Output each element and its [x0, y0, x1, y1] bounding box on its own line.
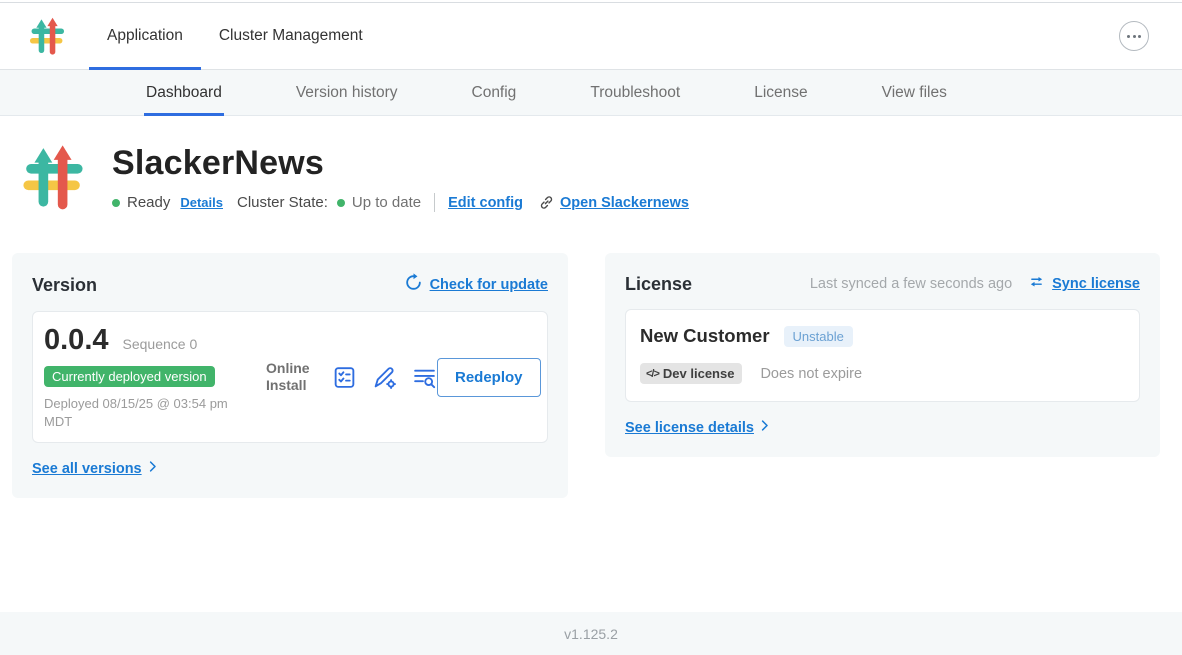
page-title: SlackerNews [112, 144, 689, 183]
cluster-state-dot [337, 199, 345, 207]
refresh-icon [404, 273, 423, 297]
preflight-checks-icon[interactable] [332, 365, 357, 390]
version-info: 0.0.4 Sequence 0 Currently deployed vers… [44, 324, 266, 430]
install-meta: Online Install [266, 360, 437, 395]
install-type-label: Online Install [266, 360, 316, 395]
open-app-link[interactable]: Open Slackernews [560, 195, 689, 211]
deployed-timestamp: Deployed 08/15/25 @ 03:54 pm MDT [44, 395, 256, 430]
ready-status-text: Ready [127, 194, 170, 211]
sub-nav: Dashboard Version history Config Trouble… [0, 70, 1182, 116]
tab-config[interactable]: Config [472, 70, 517, 115]
sync-license-link[interactable]: Sync license [1052, 276, 1140, 292]
external-link-icon [538, 194, 555, 211]
tab-dashboard[interactable]: Dashboard [146, 70, 222, 115]
deployed-status-badge: Currently deployed version [44, 366, 215, 387]
app-logo-icon [28, 17, 66, 55]
tab-application[interactable]: Application [89, 3, 201, 69]
sequence-label: Sequence 0 [123, 336, 198, 352]
sync-license-group: Last synced a few seconds ago Sync licen… [810, 273, 1140, 295]
channel-badge: Unstable [784, 326, 853, 347]
top-tabs: Application Cluster Management [89, 3, 381, 69]
dashboard-cards: Version Check for update 0.0.4 Sequence … [0, 216, 1182, 498]
vertical-divider [434, 193, 435, 212]
customer-row: New Customer Unstable [640, 325, 1125, 347]
version-actions [332, 365, 437, 390]
chevron-right-icon [145, 459, 160, 478]
ready-status-dot [112, 199, 120, 207]
app-head-text: SlackerNews Ready Details Cluster State:… [112, 138, 689, 212]
status-row: Ready Details Cluster State: Up to date … [112, 193, 689, 212]
tab-troubleshoot[interactable]: Troubleshoot [590, 70, 680, 115]
edit-config-icon[interactable] [372, 365, 397, 390]
overflow-menu-button[interactable] [1119, 21, 1149, 51]
see-license-details-label: See license details [625, 420, 754, 436]
app-header: SlackerNews Ready Details Cluster State:… [0, 116, 1182, 216]
chevron-right-icon [757, 418, 772, 437]
license-type-row: </> Dev license Does not expire [640, 363, 1125, 384]
cluster-state-value: Up to date [352, 194, 421, 211]
see-all-versions-label: See all versions [32, 461, 142, 477]
see-all-versions-link[interactable]: See all versions [32, 459, 160, 478]
license-type-label: Dev license [663, 366, 735, 381]
current-version-box: 0.0.4 Sequence 0 Currently deployed vers… [32, 311, 548, 443]
see-license-details-link[interactable]: See license details [625, 418, 772, 437]
version-number-row: 0.0.4 Sequence 0 [44, 324, 266, 357]
version-card-header: Version Check for update [32, 273, 548, 297]
ellipsis-icon [1127, 35, 1130, 38]
check-update-group: Check for update [404, 273, 548, 297]
app-logo-large [20, 138, 86, 216]
version-number: 0.0.4 [44, 324, 109, 357]
customer-name: New Customer [640, 325, 770, 347]
sync-icon [1028, 273, 1045, 295]
license-card: License Last synced a few seconds ago Sy… [605, 253, 1160, 457]
console-version: v1.125.2 [564, 626, 618, 642]
deploy-logs-icon[interactable] [412, 365, 437, 390]
cluster-state-label: Cluster State: [237, 194, 328, 211]
redeploy-button[interactable]: Redeploy [437, 358, 541, 397]
license-card-header: License Last synced a few seconds ago Sy… [625, 273, 1140, 295]
footer: v1.125.2 [0, 612, 1182, 655]
license-info-box: New Customer Unstable </> Dev license Do… [625, 309, 1140, 402]
tab-cluster-management[interactable]: Cluster Management [201, 3, 381, 69]
version-card-title: Version [32, 275, 97, 296]
license-type-badge: </> Dev license [640, 363, 742, 384]
edit-config-link[interactable]: Edit config [448, 195, 523, 211]
code-icon: </> [646, 368, 659, 380]
details-link[interactable]: Details [180, 195, 223, 210]
tab-license[interactable]: License [754, 70, 807, 115]
last-synced-text: Last synced a few seconds ago [810, 276, 1012, 292]
top-nav: Application Cluster Management [0, 3, 1182, 70]
tab-version-history[interactable]: Version history [296, 70, 398, 115]
version-card: Version Check for update 0.0.4 Sequence … [12, 253, 568, 498]
expiration-text: Does not expire [760, 366, 862, 382]
license-card-title: License [625, 274, 692, 295]
check-for-update-link[interactable]: Check for update [430, 277, 548, 293]
tab-view-files[interactable]: View files [882, 70, 947, 115]
